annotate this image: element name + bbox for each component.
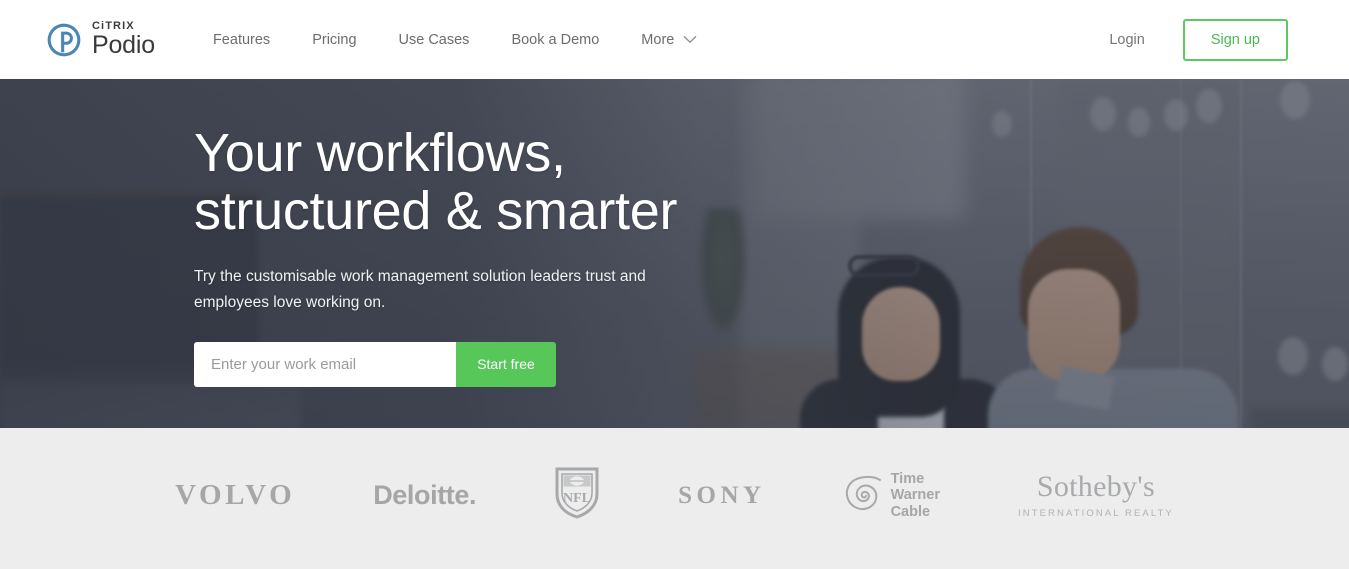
twc-line-3: Cable [890, 503, 931, 520]
podio-circle-p-icon [45, 21, 83, 59]
logo-sothebys: Sotheby's INTERNATIONAL REALTY [1018, 468, 1174, 524]
logo-sony: SONY [678, 481, 766, 509]
signup-button[interactable]: Sign up [1182, 18, 1288, 61]
nav-item-features[interactable]: Features [213, 32, 270, 48]
twc-spiral-eye-icon [844, 474, 884, 517]
email-input[interactable] [194, 341, 456, 387]
main-navigation: Features Pricing Use Cases Book a Demo M… [213, 32, 697, 48]
sothebys-tagline: INTERNATIONAL REALTY [1018, 508, 1174, 519]
nfl-wordmark: NFL [563, 491, 591, 506]
podio-label: Podio [92, 31, 155, 59]
sothebys-wordmark: Sotheby's [1036, 470, 1155, 503]
nav-item-book-a-demo[interactable]: Book a Demo [511, 32, 599, 48]
hero-headline: Your workflows, structured & smarter [194, 123, 678, 241]
nav-item-pricing[interactable]: Pricing [312, 32, 356, 48]
nav-label: Features [212, 31, 271, 48]
logo-time-warner-cable: Time Warner Cable [844, 468, 940, 524]
nav-label: Use Cases [398, 31, 470, 48]
nav-label: More [641, 31, 675, 48]
nfl-shield-icon: NFL [554, 466, 600, 525]
hero-subtitle: Try the customisable work management sol… [194, 264, 674, 317]
logo-deloitte: Deloitte. [373, 480, 477, 510]
brand-wordmark: CiTRIX Podio [92, 21, 155, 58]
twc-line-2: Warner [890, 487, 940, 504]
brand-logo[interactable]: CiTRIX Podio [45, 21, 155, 59]
chevron-down-icon [683, 32, 697, 48]
nav-item-more[interactable]: More [641, 32, 697, 48]
hero-subtitle-line-2: employees love working on. [194, 294, 386, 312]
logo-nfl: NFL [554, 466, 600, 525]
hero-content: Your workflows, structured & smarter Try… [194, 123, 678, 387]
header-actions: Login Sign up [1109, 18, 1288, 61]
hero-section: Your workflows, structured & smarter Try… [0, 79, 1349, 428]
nav-label: Book a Demo [511, 31, 600, 48]
logo-volvo: VOLVO [175, 479, 296, 511]
login-link[interactable]: Login [1109, 32, 1144, 48]
landing-page: CiTRIX Podio Features Pricing Use Cases … [0, 0, 1349, 569]
hero-headline-line-1: Your workflows, [194, 123, 566, 183]
customer-logo-band: VOLVO Deloitte. NFL SONY Time Warner Cab… [0, 428, 1349, 569]
nav-item-use-cases[interactable]: Use Cases [399, 32, 470, 48]
twc-wordmark: Time Warner Cable [891, 471, 940, 520]
nav-label: Pricing [312, 31, 357, 48]
start-free-button[interactable]: Start free [456, 341, 556, 387]
site-header: CiTRIX Podio Features Pricing Use Cases … [0, 0, 1349, 79]
hero-headline-line-2: structured & smarter [194, 180, 678, 241]
signup-form: Start free [194, 341, 556, 387]
hero-subtitle-line-1: Try the customisable work management sol… [194, 267, 646, 285]
twc-line-1: Time [890, 470, 925, 487]
